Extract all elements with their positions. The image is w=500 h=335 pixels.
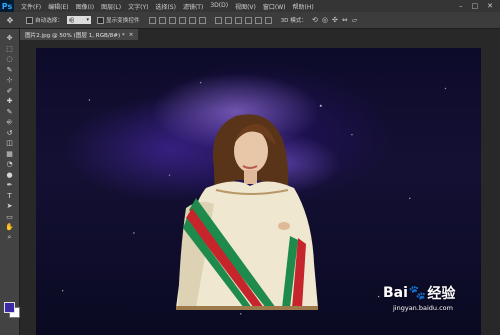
align-buttons bbox=[148, 16, 206, 24]
maximize-icon[interactable]: □ bbox=[472, 2, 479, 10]
distribute-right-icon[interactable] bbox=[264, 16, 272, 24]
auto-select-label: 自动选择： bbox=[35, 18, 63, 24]
align-vcenter-icon[interactable] bbox=[158, 16, 166, 24]
menu-image[interactable]: 图像(I) bbox=[76, 2, 94, 11]
healing-tool-icon[interactable]: ✚ bbox=[2, 96, 18, 107]
history-brush-tool-icon[interactable]: ↺ bbox=[2, 128, 18, 139]
menu-help[interactable]: 帮助(H) bbox=[293, 2, 314, 11]
eraser-tool-icon[interactable]: ◫ bbox=[2, 138, 18, 149]
distribute-top-icon[interactable] bbox=[214, 16, 222, 24]
document-tab-title: 图片2.jpg @ 50% (图层 1, RGB/8#) * bbox=[25, 32, 125, 39]
hand-tool-icon[interactable]: ✋ bbox=[2, 222, 18, 233]
baidu-jingyan-watermark: Bai 🐾 经验 jingyan.baidu.com bbox=[383, 283, 498, 333]
ps-logo[interactable]: Ps bbox=[0, 0, 14, 12]
distribute-bottom-icon[interactable] bbox=[234, 16, 242, 24]
scale-3d-icon[interactable]: ▱ bbox=[352, 16, 357, 24]
zoom-tool-icon[interactable]: ⌕ bbox=[2, 233, 18, 244]
quick-select-tool-icon[interactable]: ✎ bbox=[2, 65, 18, 76]
menu-bar: Ps 文件(F) 编辑(E) 图像(I) 图层(L) 文字(Y) 选择(S) 滤… bbox=[0, 0, 500, 12]
options-bar: ✥ 自动选择： 组 ▾ 显示变换控件 3D 模式： ⟲ ◎ ✣ ⇔ ▱ bbox=[0, 12, 500, 29]
lasso-tool-icon[interactable]: ◌ bbox=[2, 54, 18, 65]
minimize-icon[interactable]: – bbox=[459, 2, 463, 10]
eyedropper-tool-icon[interactable]: ✐ bbox=[2, 86, 18, 97]
watermark-url: jingyan.baidu.com bbox=[393, 304, 453, 312]
close-icon[interactable]: ✕ bbox=[487, 2, 493, 10]
menu-view[interactable]: 视图(V) bbox=[235, 2, 256, 11]
align-right-icon[interactable] bbox=[198, 16, 206, 24]
type-tool-icon[interactable]: T bbox=[2, 191, 18, 202]
tools-panel: ✥ ⬚ ◌ ✎ ⊹ ✐ ✚ ✎ ⎆ ↺ ◫ ▦ ◔ ● ✒ T ➤ ▭ ✋ ⌕ bbox=[0, 29, 20, 335]
roll-3d-icon[interactable]: ◎ bbox=[322, 16, 328, 24]
distribute-left-icon[interactable] bbox=[244, 16, 252, 24]
watermark-brand-post: 经验 bbox=[427, 286, 456, 302]
menu-window[interactable]: 窗口(W) bbox=[263, 2, 286, 11]
menu-edit[interactable]: 编辑(E) bbox=[48, 2, 68, 11]
align-top-icon[interactable] bbox=[148, 16, 156, 24]
document-tab[interactable]: 图片2.jpg @ 50% (图层 1, RGB/8#) * × bbox=[20, 29, 139, 40]
menu-type[interactable]: 文字(Y) bbox=[128, 2, 148, 11]
window-controls: – □ ✕ bbox=[459, 2, 500, 10]
chevron-down-icon: ▾ bbox=[86, 17, 89, 23]
watermark-brand-pre: Bai bbox=[383, 285, 408, 301]
crop-tool-icon[interactable]: ⊹ bbox=[2, 75, 18, 86]
distribute-vcenter-icon[interactable] bbox=[224, 16, 232, 24]
mode-3d-label: 3D 模式： bbox=[280, 18, 307, 24]
menu-select[interactable]: 选择(S) bbox=[155, 2, 176, 11]
distribute-buttons bbox=[214, 16, 272, 24]
show-transform-label: 显示变换控件 bbox=[105, 18, 140, 24]
marquee-tool-icon[interactable]: ⬚ bbox=[2, 44, 18, 55]
menu-file[interactable]: 文件(F) bbox=[21, 2, 41, 11]
blur-tool-icon[interactable]: ◔ bbox=[2, 159, 18, 170]
paw-icon: 🐾 bbox=[408, 285, 427, 301]
align-bottom-icon[interactable] bbox=[168, 16, 176, 24]
auto-select-dropdown[interactable]: 组 ▾ bbox=[66, 16, 91, 24]
menu-filter[interactable]: 滤镜(T) bbox=[183, 2, 203, 11]
distribute-hcenter-icon[interactable] bbox=[254, 16, 262, 24]
clone-stamp-tool-icon[interactable]: ⎆ bbox=[2, 117, 18, 128]
show-transform-checkbox[interactable] bbox=[96, 16, 104, 24]
menu-items: 文件(F) 编辑(E) 图像(I) 图层(L) 文字(Y) 选择(S) 滤镜(T… bbox=[21, 2, 314, 11]
tab-close-icon[interactable]: × bbox=[129, 32, 134, 38]
foreground-color-swatch[interactable] bbox=[4, 302, 15, 313]
pen-tool-icon[interactable]: ✒ bbox=[2, 180, 18, 191]
brush-tool-icon[interactable]: ✎ bbox=[2, 107, 18, 118]
gradient-tool-icon[interactable]: ▦ bbox=[2, 149, 18, 160]
path-select-tool-icon[interactable]: ➤ bbox=[2, 201, 18, 212]
move-tool-icon[interactable]: ✥ bbox=[2, 33, 18, 44]
slide-3d-icon[interactable]: ⇔ bbox=[342, 16, 348, 24]
auto-select-value: 组 bbox=[68, 17, 74, 24]
move-tool-preset-icon[interactable]: ✥ bbox=[0, 16, 20, 25]
shape-tool-icon[interactable]: ▭ bbox=[2, 212, 18, 223]
align-hcenter-icon[interactable] bbox=[188, 16, 196, 24]
show-transform-option[interactable]: 显示变换控件 bbox=[96, 16, 140, 24]
auto-select-option[interactable]: 自动选择： bbox=[26, 16, 63, 24]
watermark-logo: Bai 🐾 经验 bbox=[383, 283, 498, 303]
rotate-3d-icon[interactable]: ⟲ bbox=[312, 16, 318, 24]
document-tab-bar: 图片2.jpg @ 50% (图层 1, RGB/8#) * × bbox=[20, 29, 500, 40]
drag-3d-icon[interactable]: ✣ bbox=[332, 16, 338, 24]
mode-3d-icons: ⟲ ◎ ✣ ⇔ ▱ bbox=[312, 16, 357, 24]
menu-3d[interactable]: 3D(D) bbox=[210, 2, 228, 11]
auto-select-checkbox[interactable] bbox=[26, 16, 33, 24]
align-left-icon[interactable] bbox=[178, 16, 186, 24]
menu-layer[interactable]: 图层(L) bbox=[101, 2, 121, 11]
dodge-tool-icon[interactable]: ● bbox=[2, 170, 18, 181]
